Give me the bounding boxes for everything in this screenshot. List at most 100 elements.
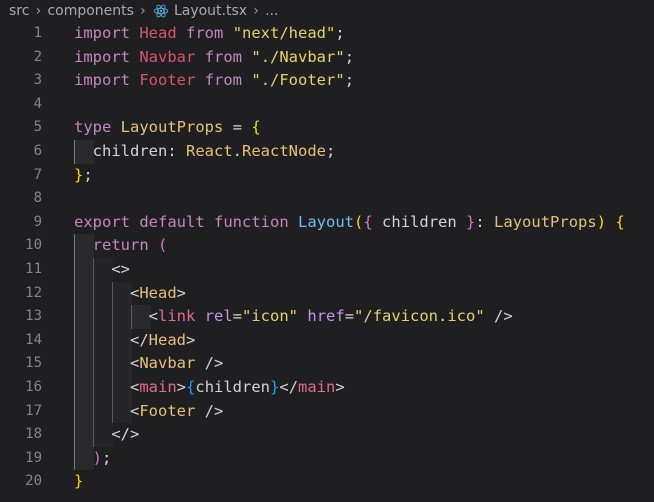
code-token: function — [214, 212, 289, 231]
code-line[interactable]: 18 </> — [0, 423, 654, 447]
breadcrumb-symbols[interactable]: ... — [265, 3, 278, 19]
code-line[interactable]: 3 import Footer from "./Footer"; — [0, 69, 654, 93]
code-token: ( — [354, 212, 364, 231]
chevron-right-icon: › — [140, 3, 146, 19]
code-line[interactable]: 12 <Head> — [0, 281, 654, 306]
code-token: ; — [344, 71, 355, 90]
code-line[interactable]: 9 export default function Layout({ childr… — [0, 211, 654, 235]
code-token: from — [204, 47, 243, 66]
chevron-right-icon: › — [253, 3, 259, 19]
code-line[interactable]: 15 <Navbar /> — [0, 352, 654, 376]
code-token: < — [148, 307, 158, 326]
code-text: <main>{children}</main> — [74, 376, 345, 400]
code-text: <Navbar /> — [74, 352, 223, 376]
breadcrumb-src[interactable]: src — [9, 3, 29, 19]
code-token: Footer — [139, 71, 196, 90]
code-token: Head — [139, 283, 177, 302]
code-token: "./Footer" — [251, 71, 345, 90]
code-token: Head — [139, 24, 177, 42]
code-line[interactable]: 4 — [0, 93, 654, 117]
code-token: main — [298, 377, 336, 396]
code-token: : — [475, 212, 495, 231]
code-text: type LayoutProps = { — [74, 116, 261, 140]
code-line[interactable]: 5 type LayoutProps = { — [0, 116, 654, 140]
code-token: ; — [83, 165, 93, 184]
code-line[interactable]: 2 import Navbar from "./Navbar"; — [0, 46, 654, 70]
code-text: export default function Layout({ childre… — [74, 211, 625, 235]
code-token: . — [232, 141, 243, 160]
code-line[interactable]: 1 import Head from "next/head"; — [0, 22, 654, 46]
code-editor[interactable]: src › components › Layout.tsx › ... 1 imp… — [0, 0, 654, 502]
react-icon — [152, 2, 170, 20]
code-token: } — [466, 212, 476, 231]
code-line[interactable]: 20} — [0, 470, 654, 494]
code-token: export — [74, 212, 130, 231]
code-line[interactable]: 13 <link rel="icon" href="/favicon.ico" … — [0, 305, 654, 329]
code-token: ) — [596, 212, 607, 231]
code-line[interactable]: 19 ); — [0, 446, 654, 471]
code-token: "./Navbar" — [251, 47, 345, 66]
code-token: ; — [335, 24, 345, 42]
code-token: from — [204, 71, 243, 90]
breadcrumb-file[interactable]: Layout.tsx — [174, 3, 247, 19]
code-line[interactable]: 16 <main>{children}</main> — [0, 375, 654, 400]
code-token: = — [232, 307, 243, 326]
code-text: children: React.ReactNode; — [74, 140, 336, 164]
line-number: 6 — [33, 142, 42, 159]
code-line[interactable]: 14 </Head> — [0, 328, 654, 353]
chevron-right-icon: › — [35, 3, 42, 19]
code-token: /> — [195, 354, 224, 373]
code-text: <Head> — [74, 282, 186, 306]
code-token: /> — [195, 401, 224, 420]
code-line[interactable]: 10 return ( — [0, 234, 654, 258]
line-number: 16 — [25, 378, 42, 395]
line-number: 19 — [25, 449, 42, 466]
line-number: 18 — [25, 426, 42, 443]
code-token: import — [74, 47, 130, 66]
code-token: rel — [204, 307, 233, 326]
code-token: LayoutProps — [494, 212, 597, 231]
code-token: } — [74, 472, 84, 491]
code-token: : — [167, 141, 186, 160]
code-token: children — [372, 212, 467, 231]
breadcrumb-components[interactable]: components — [47, 3, 134, 19]
code-line[interactable]: 8 — [0, 187, 654, 211]
code-token: from — [186, 24, 224, 42]
code-token: href — [307, 307, 345, 326]
code-token: } — [74, 165, 84, 184]
line-number: 2 — [33, 48, 42, 65]
code-token: default — [139, 212, 205, 231]
code-token: "icon" — [242, 307, 299, 326]
line-number: 8 — [33, 190, 42, 207]
code-text: import Footer from "./Footer"; — [74, 69, 354, 93]
code-line[interactable]: 17 <Footer /> — [0, 399, 654, 424]
code-token: ( — [158, 236, 168, 255]
code-line[interactable]: 6 children: React.ReactNode; — [0, 139, 654, 164]
code-area[interactable]: 1 import Head from "next/head"; 2 import Na… — [0, 22, 654, 494]
code-token: main — [139, 377, 177, 396]
code-token: Navbar — [139, 47, 196, 66]
code-line[interactable]: 7}; — [0, 164, 654, 188]
code-token: ; — [344, 47, 355, 66]
code-token: import — [74, 24, 130, 42]
code-line[interactable]: 11 <> — [0, 257, 654, 282]
code-token: > — [176, 283, 187, 302]
code-token: type — [74, 118, 112, 137]
line-number: 11 — [25, 260, 42, 277]
